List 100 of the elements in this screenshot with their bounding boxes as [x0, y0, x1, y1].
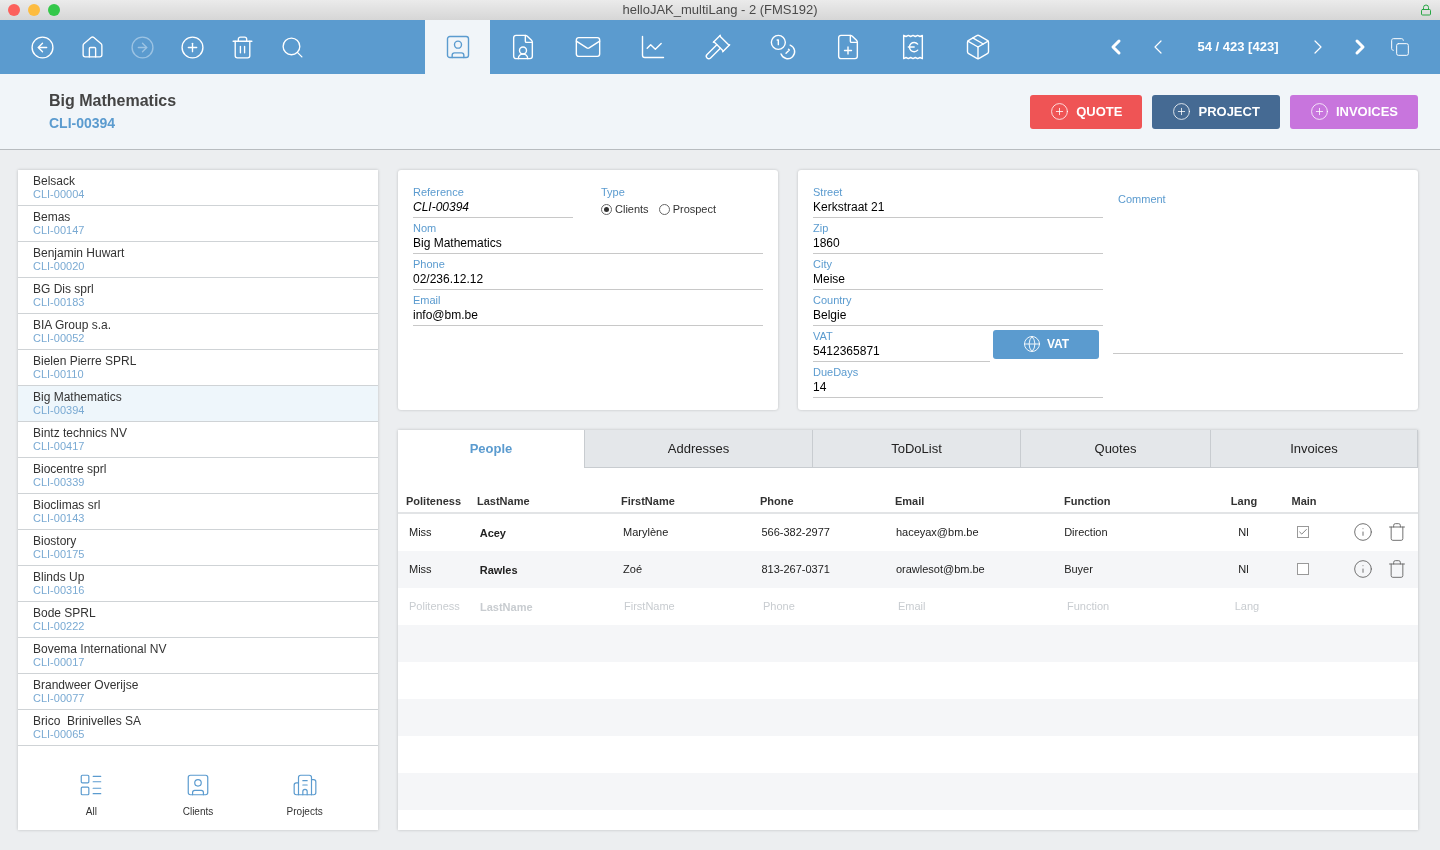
main-checkbox[interactable]: [1297, 526, 1310, 538]
info-button[interactable]: [1353, 522, 1373, 542]
add-button[interactable]: [180, 34, 205, 60]
client-code: CLI-00017: [33, 656, 86, 669]
client-list-item[interactable]: Bioclimas srl CLI-00143: [18, 494, 378, 530]
client-list-item[interactable]: BG Dis sprl CLI-00183: [18, 278, 378, 314]
main-checkbox[interactable]: [1297, 563, 1310, 575]
record-name: Big Mathematics: [49, 91, 177, 111]
info-button[interactable]: [1353, 559, 1373, 579]
table-cell-text: Rawles: [479, 563, 519, 579]
column-header: Function: [1064, 494, 1112, 509]
field-label: Type: [601, 186, 626, 199]
section-tab[interactable]: Invoices: [1211, 430, 1418, 468]
field-label: City: [813, 258, 833, 271]
client-list-item[interactable]: Belsack CLI-00004: [18, 170, 378, 206]
client-list-item[interactable]: Bielen Pierre SPRL CLI-00110: [18, 350, 378, 386]
client-list-item[interactable]: Bode SPRL CLI-00222: [18, 602, 378, 638]
client-name: Biocentre sprl: [33, 462, 108, 476]
field-label: Street: [813, 186, 844, 199]
field-value[interactable]: 1860: [813, 235, 1103, 251]
info-icon: [1353, 522, 1373, 542]
client-list-item[interactable]: Biocentre sprl CLI-00339: [18, 458, 378, 494]
client-name: BIA Group s.a.: [33, 318, 113, 332]
client-list-item[interactable]: Big Mathematics CLI-00394: [18, 386, 378, 422]
filter-button[interactable]: Clients: [168, 771, 228, 819]
type-radio[interactable]: Prospect: [658, 201, 717, 218]
column-header: Email: [895, 494, 926, 509]
field-value[interactable]: info@bm.be: [413, 307, 763, 323]
table-cell-text: Buyer: [1064, 561, 1094, 577]
section-tab[interactable]: Addresses: [585, 430, 813, 468]
delete-row-button[interactable]: [1387, 559, 1407, 579]
client-name: Benjamin Huwart: [33, 246, 126, 260]
section-tab[interactable]: Quotes: [1021, 430, 1211, 468]
client-list-item[interactable]: Bemas CLI-00147: [18, 206, 378, 242]
table-cell-text: 813-267-0371: [761, 561, 831, 577]
table-cell-text: Miss: [409, 524, 433, 540]
field-label: DueDays: [813, 366, 860, 379]
client-name: Bode SPRL: [33, 606, 97, 620]
delete-button[interactable]: [230, 34, 255, 60]
column-header: Politeness: [406, 494, 463, 509]
table-cell-text: Marylène: [623, 524, 670, 540]
filter-button[interactable]: All: [61, 771, 122, 819]
search-button[interactable]: [280, 34, 305, 60]
field-value[interactable]: Big Mathematics: [413, 235, 763, 251]
field-value[interactable]: CLI-00394: [413, 199, 573, 215]
client-code: CLI-00417: [33, 440, 86, 453]
table-cell-text: Acey: [479, 526, 507, 542]
table-cell-text: orawlesot@bm.be: [895, 561, 986, 577]
client-list-item[interactable]: Blinds Up CLI-00316: [18, 566, 378, 602]
client-name: Blinds Up: [33, 570, 86, 584]
client-list-item[interactable]: Brico Brinivelles SA CLI-00065: [18, 710, 378, 746]
delete-row-button[interactable]: [1387, 522, 1407, 542]
create-button[interactable]: PROJECT: [1152, 94, 1280, 129]
add-icon: [1172, 102, 1192, 121]
field-value[interactable]: Meise: [813, 271, 1103, 287]
type-radio[interactable]: Clients: [601, 201, 649, 218]
client-list-item[interactable]: Brandweer Overijse CLI-00077: [18, 674, 378, 710]
client-code: CLI-00339: [33, 476, 86, 489]
lock-icon: [1420, 4, 1432, 16]
back-button[interactable]: [30, 34, 55, 60]
client-name: Brico Brinivelles SA: [33, 714, 143, 728]
windows-button[interactable]: [1390, 37, 1410, 57]
field-value[interactable]: Belgie: [813, 307, 1103, 323]
client-name: Bovema International NV: [33, 642, 168, 656]
close-window-button[interactable]: [8, 4, 20, 16]
info-icon: [1353, 559, 1373, 579]
client-list-item[interactable]: Biostory CLI-00175: [18, 530, 378, 566]
column-header: Phone: [760, 494, 795, 509]
field-value[interactable]: Kerkstraat 21: [813, 199, 1103, 215]
client-list-item[interactable]: Bintz technics NV CLI-00417: [18, 422, 378, 458]
client-name: Bioclimas srl: [33, 498, 102, 512]
field-value[interactable]: 5412365871: [813, 343, 990, 359]
table-cell-text: Zoé: [623, 561, 644, 577]
module-tab[interactable]: [425, 20, 490, 74]
client-code: CLI-00020: [33, 260, 86, 273]
column-header: FirstName: [621, 494, 676, 509]
section-tab[interactable]: ToDoList: [813, 430, 1021, 468]
field-label: Reference: [413, 186, 465, 199]
client-list-item[interactable]: Bovema International NV CLI-00017: [18, 638, 378, 674]
table-cell-text: Miss: [409, 561, 433, 577]
zoom-window-button[interactable]: [48, 4, 60, 16]
client-list-item[interactable]: BIA Group s.a. CLI-00052: [18, 314, 378, 350]
field-label: Country: [813, 294, 853, 307]
client-name: Bielen Pierre SPRL: [33, 354, 138, 368]
column-header: Lang: [1229, 494, 1259, 509]
client-name: Biostory: [33, 534, 78, 548]
add-icon: [180, 34, 205, 60]
coins-icon: [768, 33, 797, 61]
table-cell-text: haceyax@bm.be: [895, 524, 980, 540]
client-code: CLI-00183: [33, 296, 86, 309]
filter-button[interactable]: Projects: [274, 771, 335, 819]
client-code: CLI-00004: [33, 188, 86, 201]
client-code: CLI-00394: [33, 404, 86, 417]
field-value[interactable]: 14: [813, 379, 1103, 395]
client-code: CLI-00147: [33, 224, 86, 237]
table-cell-text: Direction: [1064, 524, 1109, 540]
field-value[interactable]: 02/236.12.12: [413, 271, 763, 287]
client-list-item[interactable]: Benjamin Huwart CLI-00020: [18, 242, 378, 278]
home-button[interactable]: [80, 34, 105, 60]
client-name: Brandweer Overijse: [33, 678, 140, 692]
